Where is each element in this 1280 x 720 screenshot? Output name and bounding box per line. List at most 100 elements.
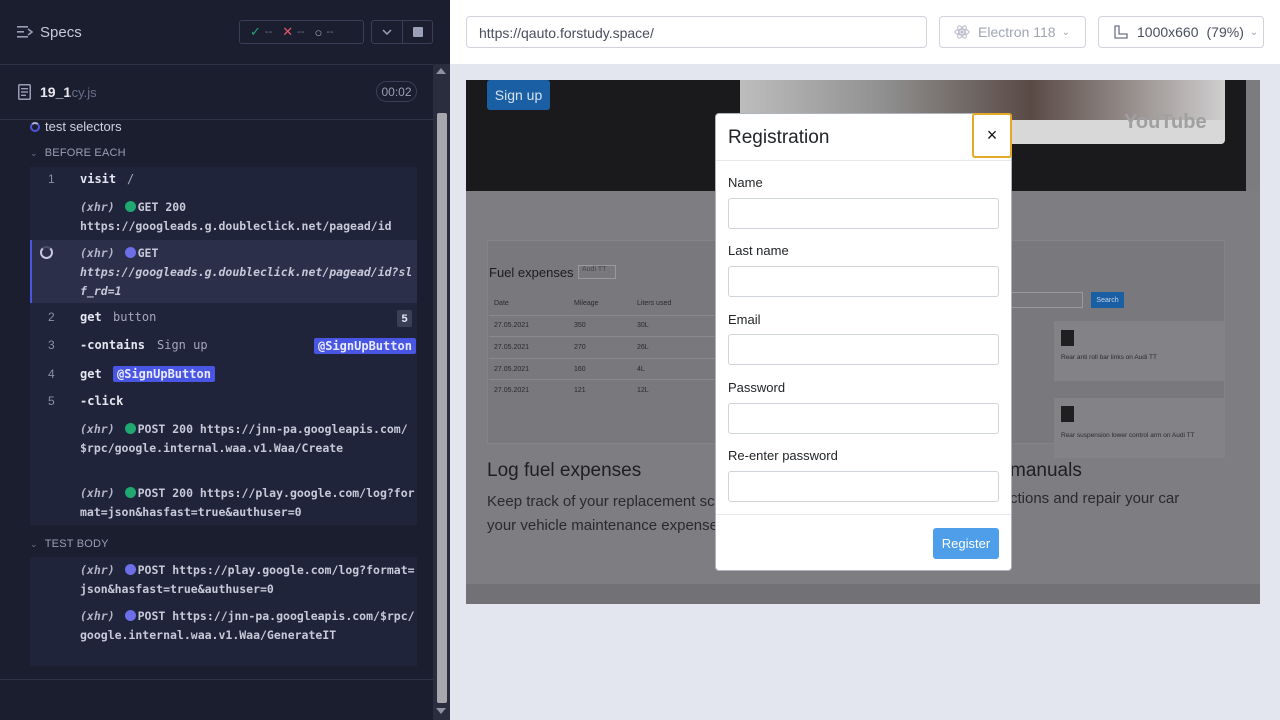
xhr-log-item[interactable]: (xhr) POST 200 https://jnn-pa.googleapis.… — [80, 420, 415, 458]
table-cell: 27.05.2021 — [494, 344, 530, 351]
check-icon: ✓ — [250, 24, 261, 39]
table-divider — [489, 358, 715, 359]
close-icon: × — [986, 125, 998, 145]
pdf-icon — [1061, 406, 1074, 422]
chevron-down-icon — [382, 29, 392, 35]
alias-badge: @SignUpButton — [314, 338, 416, 354]
password-field[interactable] — [728, 403, 999, 434]
zoom-level: (79%) — [1206, 24, 1244, 40]
browser-selector[interactable]: Electron 118 ⌄ — [939, 16, 1086, 48]
manual-select — [1011, 292, 1083, 308]
youtube-logo: YouTube — [1124, 111, 1207, 133]
xhr-method: GET 200 — [137, 200, 187, 214]
name-label: Name — [728, 175, 763, 190]
manual-card — [1054, 398, 1225, 458]
register-button[interactable]: Register — [933, 528, 999, 559]
browser-name: Electron 118 — [978, 24, 1056, 40]
test-body-label: TEST BODY — [44, 538, 109, 550]
chevron-down-icon: ⌄ — [1061, 26, 1070, 38]
command-number: 5 — [48, 394, 55, 408]
passed-stat: ✓ -- — [250, 24, 272, 40]
test-body-section[interactable]: ⌄ TEST BODY — [30, 538, 109, 550]
scroll-up-arrow-icon[interactable] — [436, 68, 446, 74]
manual-card-text: Rear suspension lower control arm on Aud… — [1061, 432, 1195, 439]
close-button[interactable]: × — [972, 113, 1012, 158]
manual-card — [1054, 321, 1225, 381]
table-header: Mileage — [574, 300, 599, 307]
pdf-icon — [1061, 330, 1074, 346]
table-header: Date — [494, 300, 509, 307]
before-each-hook[interactable]: ⌄ BEFORE EACH — [30, 147, 126, 159]
specs-title[interactable]: Specs — [40, 24, 82, 41]
status-dot-icon — [124, 247, 136, 258]
xhr-log-item[interactable]: (xhr) GET https://googleads.g.doubleclick… — [80, 244, 415, 301]
table-cell: 4L — [637, 366, 645, 373]
xhr-log-item[interactable]: (xhr) GET 200 https://googleads.g.doublec… — [80, 198, 415, 236]
table-cell: 12L — [637, 387, 649, 394]
run-duration: 00:02 — [376, 81, 417, 102]
command-name[interactable]: visit — [80, 172, 116, 186]
status-dot-icon — [124, 487, 136, 498]
scroll-down-arrow-icon[interactable] — [436, 708, 446, 714]
before-each-label: BEFORE EACH — [44, 147, 126, 159]
log-fuel-heading: Log fuel expenses — [487, 460, 642, 481]
chevron-down-icon: ⌄ — [1249, 26, 1259, 38]
table-cell: 26L — [637, 344, 649, 351]
viewport-size: 1000x660 — [1137, 24, 1199, 40]
fuel-expenses-title: Fuel expenses — [489, 265, 574, 280]
command-number: 2 — [48, 310, 55, 324]
command-number: 1 — [48, 172, 55, 186]
options-dropdown-button[interactable] — [371, 20, 403, 44]
xhr-method: GET — [137, 246, 159, 260]
pending-icon: ○ — [314, 24, 323, 40]
command-arg: button — [113, 310, 157, 324]
command-name[interactable]: get — [80, 367, 102, 381]
url-field[interactable]: https://qauto.forstudy.space/ — [466, 16, 927, 48]
stop-button[interactable] — [403, 20, 433, 44]
command-log-panel: Specs ✓ -- ✕ -- ○ -- 19_1 .cy.js 00:02 t… — [0, 0, 450, 720]
footer — [466, 584, 1260, 604]
last-name-field[interactable] — [728, 266, 999, 297]
xhr-log-item[interactable]: (xhr) POST https://play.google.com/log?fo… — [80, 561, 415, 599]
xhr-url: https://googleads.g.doubleclick.net/page… — [80, 265, 413, 298]
xhr-tag: (xhr) — [80, 246, 115, 260]
status-dot-icon — [124, 610, 136, 621]
chevron-down-icon: ⌄ — [30, 539, 38, 549]
command-number: 4 — [48, 367, 55, 381]
command-arg: / — [127, 172, 135, 186]
repassword-field[interactable] — [728, 471, 999, 502]
pending-count: -- — [326, 26, 334, 38]
manual-card-text: Rear anti roll bar links on Audi TT — [1061, 354, 1157, 361]
command-number: 3 — [48, 338, 55, 352]
modal-footer-divider — [716, 514, 1011, 515]
specs-list-icon[interactable] — [17, 25, 33, 39]
xhr-log-item[interactable]: (xhr) POST https://jnn-pa.googleapis.com/… — [80, 607, 415, 645]
table-cell: 160 — [574, 366, 586, 373]
viewport-selector[interactable]: 1000x660 (79%) ⌄ — [1098, 16, 1264, 48]
spec-file-name[interactable]: 19_1 — [40, 84, 71, 100]
divider — [0, 679, 433, 680]
command-name[interactable]: get — [80, 310, 102, 324]
table-divider — [489, 336, 715, 337]
table-cell: 27.05.2021 — [494, 387, 530, 394]
name-field[interactable] — [728, 198, 999, 229]
test-stats: ✓ -- ✕ -- ○ -- — [239, 20, 364, 44]
repassword-label: Re-enter password — [728, 448, 838, 463]
browser-toolbar: https://qauto.forstudy.space/ Electron 1… — [450, 0, 1280, 64]
test-title-row[interactable]: test selectors — [0, 118, 433, 140]
email-field[interactable] — [728, 334, 999, 365]
command-name[interactable]: -click — [80, 394, 123, 408]
registration-modal: Registration × Name Last name Email Pass… — [715, 113, 1012, 571]
modal-title: Registration — [728, 127, 830, 148]
table-cell: 350 — [574, 322, 586, 329]
email-label: Email — [728, 312, 761, 327]
xhr-log-item[interactable]: (xhr) POST 200 https://play.google.com/lo… — [80, 484, 415, 522]
scrollbar-thumb[interactable] — [437, 113, 447, 703]
stop-icon — [412, 27, 423, 37]
loading-spinner-icon — [40, 246, 53, 259]
status-dot-icon — [124, 423, 136, 434]
command-name[interactable]: -contains — [80, 338, 145, 352]
signup-button[interactable]: Sign up — [487, 80, 550, 110]
search-button: Search — [1091, 292, 1124, 308]
last-name-label: Last name — [728, 243, 789, 258]
